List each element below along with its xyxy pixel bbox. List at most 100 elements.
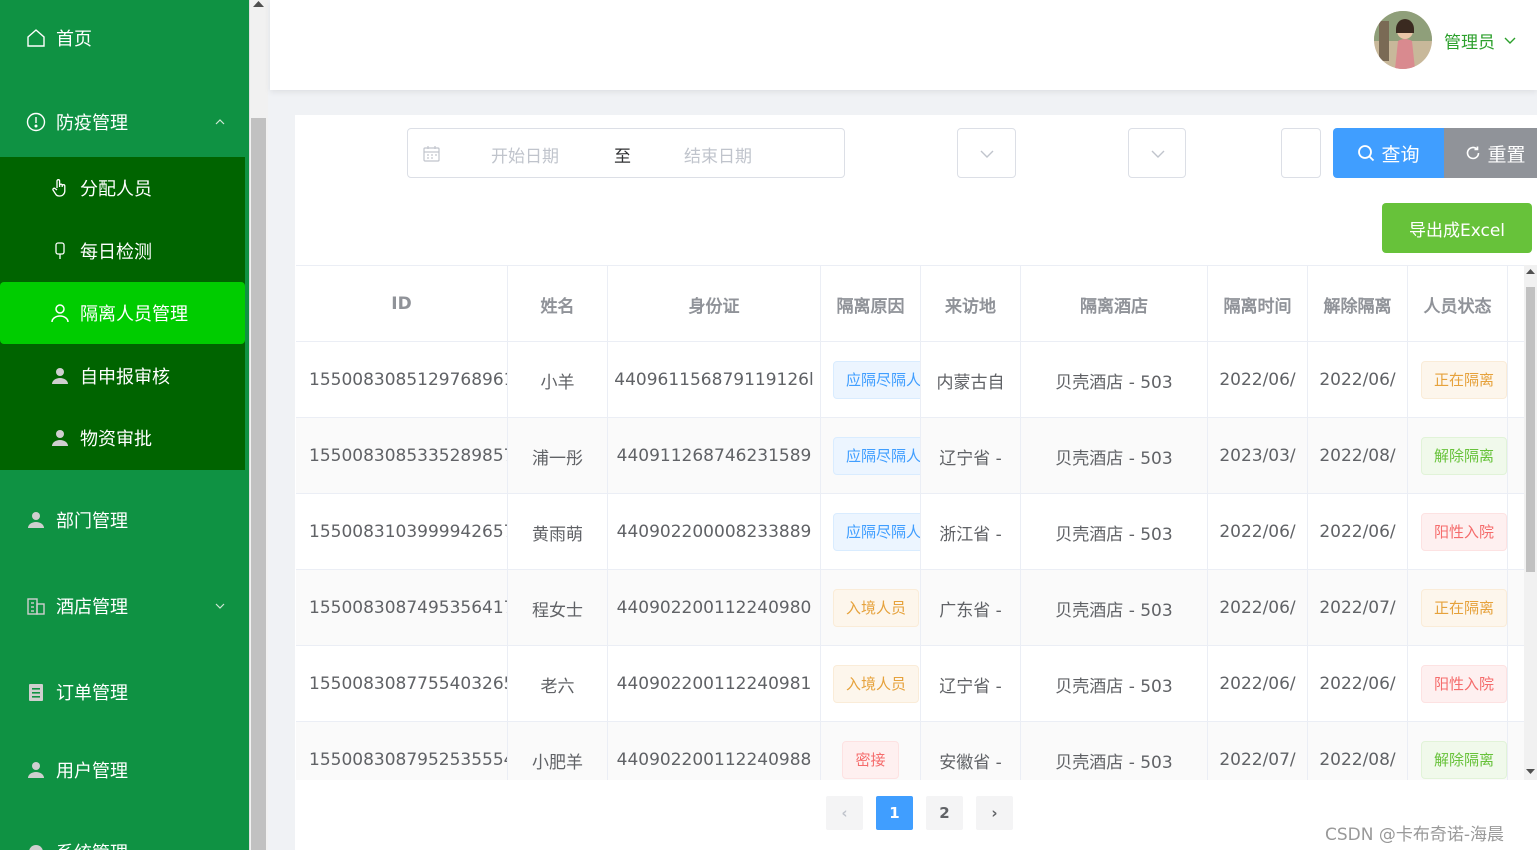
sidebar-item-label: 每日检测 bbox=[80, 242, 152, 263]
chevron-down-icon bbox=[980, 150, 994, 158]
sidebar: 首页 防疫管理 分配人员 每日检测 隔离人员管理 自申报审核 物资审批 部门管理… bbox=[0, 0, 249, 850]
sidebar-item-department[interactable]: 部门管理 bbox=[25, 504, 245, 536]
status-tag: 阳性入院 bbox=[1421, 665, 1507, 703]
sidebar-item-label: 酒店管理 bbox=[56, 597, 128, 618]
hand-pointer-icon bbox=[50, 178, 70, 198]
sidebar-item-orders[interactable]: 订单管理 bbox=[25, 676, 245, 708]
avatar[interactable] bbox=[1374, 11, 1432, 69]
sidebar-item-epidemic[interactable]: 防疫管理 bbox=[25, 106, 245, 138]
table-scrollbar[interactable] bbox=[1524, 265, 1537, 780]
sidebar-item-hotel[interactable]: 酒店管理 bbox=[25, 590, 245, 622]
table-cell-id: 1550083087755403265 bbox=[296, 646, 508, 722]
sidebar-item-label: 部门管理 bbox=[56, 511, 128, 532]
sidebar-item-daily-check[interactable]: 每日检测 bbox=[0, 220, 245, 282]
filter-select-1[interactable] bbox=[957, 128, 1016, 178]
reset-button-label: 重置 bbox=[1487, 143, 1526, 166]
table-cell-filler bbox=[1508, 418, 1524, 494]
table-cell-end: 2022/06/ bbox=[1308, 494, 1408, 570]
column-header[interactable]: 姓名 bbox=[508, 266, 608, 342]
table-cell-origin: 辽宁省 - bbox=[921, 646, 1021, 722]
reset-button[interactable]: 重置 bbox=[1444, 128, 1537, 178]
status-tag: 解除隔离 bbox=[1421, 437, 1507, 475]
table-cell-filler bbox=[1508, 722, 1524, 780]
export-excel-button[interactable]: 导出成Excel bbox=[1382, 203, 1532, 253]
sidebar-item-label: 订单管理 bbox=[56, 683, 128, 704]
chevron-down-icon[interactable] bbox=[1504, 35, 1516, 45]
sidebar-item-users[interactable]: 用户管理 bbox=[25, 754, 245, 786]
data-table: ID 姓名 身份证 隔离原因 来访地 隔离酒店 隔离时间 解除隔离 人员状态 1… bbox=[296, 265, 1524, 780]
table-row[interactable]: 1550083103999942657 黄雨萌 440902200008233889… bbox=[296, 494, 1524, 570]
column-header[interactable]: 人员状态 bbox=[1408, 266, 1508, 342]
table-cell-hotel: 贝壳酒店 - 503 bbox=[1021, 722, 1208, 780]
range-separator: 至 bbox=[614, 147, 631, 167]
scroll-down-arrow-icon[interactable] bbox=[1526, 768, 1535, 775]
table-cell-status: 解除隔离 bbox=[1408, 722, 1508, 780]
table-cell-id: 1550083085335289857 bbox=[296, 418, 508, 494]
sidebar-item-label: 物资审批 bbox=[80, 429, 152, 450]
table-cell-status: 正在隔离 bbox=[1408, 342, 1508, 418]
scroll-up-arrow-icon[interactable] bbox=[1526, 268, 1535, 275]
reason-tag: 入境人员 bbox=[833, 589, 920, 627]
scroll-up-arrow-icon[interactable] bbox=[253, 0, 264, 8]
document-icon bbox=[25, 681, 47, 703]
table-row[interactable]: 1550083087495356417 程女士 440902200112240980… bbox=[296, 570, 1524, 646]
table-cell-reason: 应隔尽隔人 bbox=[821, 342, 921, 418]
column-header[interactable]: 隔离酒店 bbox=[1021, 266, 1208, 342]
sidebar-item-supplies[interactable]: 物资审批 bbox=[0, 407, 245, 469]
column-header[interactable]: 隔离时间 bbox=[1208, 266, 1308, 342]
table-scrollbar-thumb[interactable] bbox=[1526, 287, 1535, 572]
sidebar-item-home[interactable]: 首页 bbox=[25, 22, 245, 54]
reason-tag: 密接 bbox=[842, 741, 899, 779]
sidebar-item-isolation[interactable]: 隔离人员管理 bbox=[0, 282, 245, 344]
page-button-2[interactable]: 2 bbox=[926, 796, 963, 830]
user-name[interactable]: 管理员 bbox=[1444, 28, 1495, 53]
watermark: CSDN @卡布奇诺-海晨 bbox=[1325, 825, 1505, 845]
table-cell-hotel: 贝壳酒店 - 503 bbox=[1021, 494, 1208, 570]
column-header[interactable]: 身份证 bbox=[608, 266, 821, 342]
table-cell-name: 黄雨萌 bbox=[508, 494, 608, 570]
sidebar-item-label: 防疫管理 bbox=[56, 113, 128, 134]
column-header-filler bbox=[1508, 266, 1524, 342]
end-date-input[interactable]: 结束日期 bbox=[684, 142, 752, 167]
column-header[interactable]: 来访地 bbox=[921, 266, 1021, 342]
filter-select-2[interactable] bbox=[1128, 128, 1186, 178]
next-page-button[interactable]: › bbox=[976, 796, 1013, 830]
table-row[interactable]: 1550083087952535554 小肥羊 440902200112240988… bbox=[296, 722, 1524, 780]
table-cell-id: 1550083085129768961 bbox=[296, 342, 508, 418]
prev-page-button[interactable]: ‹ bbox=[826, 796, 863, 830]
reason-tag: 应隔尽隔人 bbox=[833, 513, 920, 551]
column-header[interactable]: 解除隔离 bbox=[1308, 266, 1408, 342]
query-button[interactable]: 查询 bbox=[1333, 128, 1444, 178]
sidebar-item-assign[interactable]: 分配人员 bbox=[0, 157, 245, 219]
column-header[interactable]: ID bbox=[296, 266, 508, 342]
sidebar-item-self-report[interactable]: 自申报审核 bbox=[0, 345, 245, 407]
status-tag: 正在隔离 bbox=[1421, 589, 1507, 627]
table-cell-start: 2023/03/ bbox=[1208, 418, 1308, 494]
page-scrollbar-thumb[interactable] bbox=[251, 118, 266, 850]
table-row[interactable]: 1550083085335289857 浦一彤 440911268746231589… bbox=[296, 418, 1524, 494]
calendar-icon bbox=[423, 146, 440, 162]
table-cell-status: 正在隔离 bbox=[1408, 570, 1508, 646]
date-range-picker[interactable]: 开始日期 至 结束日期 bbox=[407, 128, 845, 178]
page-button-1[interactable]: 1 bbox=[876, 796, 913, 830]
start-date-input[interactable]: 开始日期 bbox=[491, 142, 559, 167]
table-cell-id_card: 440902200112240980 bbox=[608, 570, 821, 646]
building-icon bbox=[25, 595, 47, 617]
table-cell-id_card: 440902200112240988 bbox=[608, 722, 821, 780]
sidebar-item-system[interactable]: 系统管理 bbox=[25, 836, 245, 850]
table-cell-status: 阳性入院 bbox=[1408, 494, 1508, 570]
table-row[interactable]: 1550083085129768961 小羊 440961156879119126l… bbox=[296, 342, 1524, 418]
table-cell-status: 解除隔离 bbox=[1408, 418, 1508, 494]
column-header[interactable]: 隔离原因 bbox=[821, 266, 921, 342]
filter-input[interactable] bbox=[1281, 128, 1321, 178]
table-cell-id_card: 440961156879119126l bbox=[608, 342, 821, 418]
table-cell-filler bbox=[1508, 570, 1524, 646]
home-icon bbox=[25, 27, 47, 49]
info-circle-icon bbox=[25, 111, 47, 133]
table-cell-hotel: 贝壳酒店 - 503 bbox=[1021, 646, 1208, 722]
table-cell-name: 小肥羊 bbox=[508, 722, 608, 780]
status-tag: 正在隔离 bbox=[1421, 361, 1507, 399]
table-cell-hotel: 贝壳酒店 - 503 bbox=[1021, 418, 1208, 494]
table-row[interactable]: 1550083087755403265 老六 440902200112240981 入… bbox=[296, 646, 1524, 722]
table-cell-reason: 入境人员 bbox=[821, 570, 921, 646]
